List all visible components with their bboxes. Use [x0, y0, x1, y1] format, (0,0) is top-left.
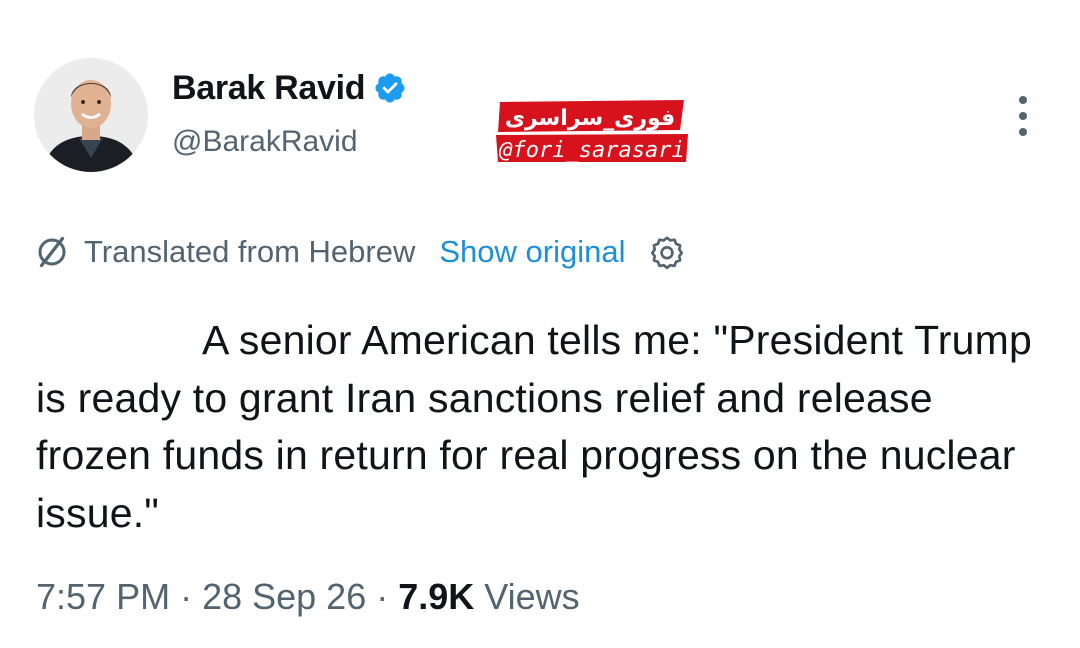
author-name-row: Barak Ravid — [172, 66, 407, 110]
more-dots-icon — [1019, 112, 1027, 120]
translation-notice: Translated from Hebrew — [84, 234, 416, 269]
meta-separator: · — [180, 576, 193, 617]
more-dots-icon — [1019, 128, 1027, 136]
globe-slash-icon — [38, 236, 66, 268]
tweet-body: A senior American tells me: "President T… — [36, 317, 1033, 536]
author-display-name[interactable]: Barak Ravid — [172, 69, 366, 108]
channel-watermark: فوری_سراسری @fori_sarasari — [494, 98, 690, 164]
tweet-date[interactable]: 28 Sep 26 — [202, 576, 366, 618]
watermark-persian-text: فوری_سراسری — [505, 106, 675, 131]
gear-icon[interactable] — [649, 234, 685, 270]
views-count[interactable]: 7.9K — [398, 576, 474, 618]
author-handle[interactable]: @BarakRavid — [172, 125, 358, 159]
tweet-meta: 7:57 PM · 28 Sep 26 · 7.9K Views — [36, 574, 580, 620]
more-options-button[interactable] — [1012, 96, 1034, 136]
verified-badge-icon[interactable] — [373, 71, 407, 105]
tweet-text: A senior American tells me: "President T… — [36, 312, 1046, 542]
views-label: Views — [484, 576, 580, 617]
watermark-handle: @fori_sarasari — [498, 138, 684, 163]
avatar-image — [34, 58, 148, 172]
translation-notice-row: Translated from Hebrew Show original — [34, 230, 685, 274]
avatar[interactable] — [34, 58, 148, 172]
more-dots-icon — [1019, 96, 1027, 104]
tweet-time[interactable]: 7:57 PM — [36, 576, 170, 618]
show-original-link[interactable]: Show original — [439, 234, 625, 270]
meta-separator: · — [376, 576, 389, 617]
